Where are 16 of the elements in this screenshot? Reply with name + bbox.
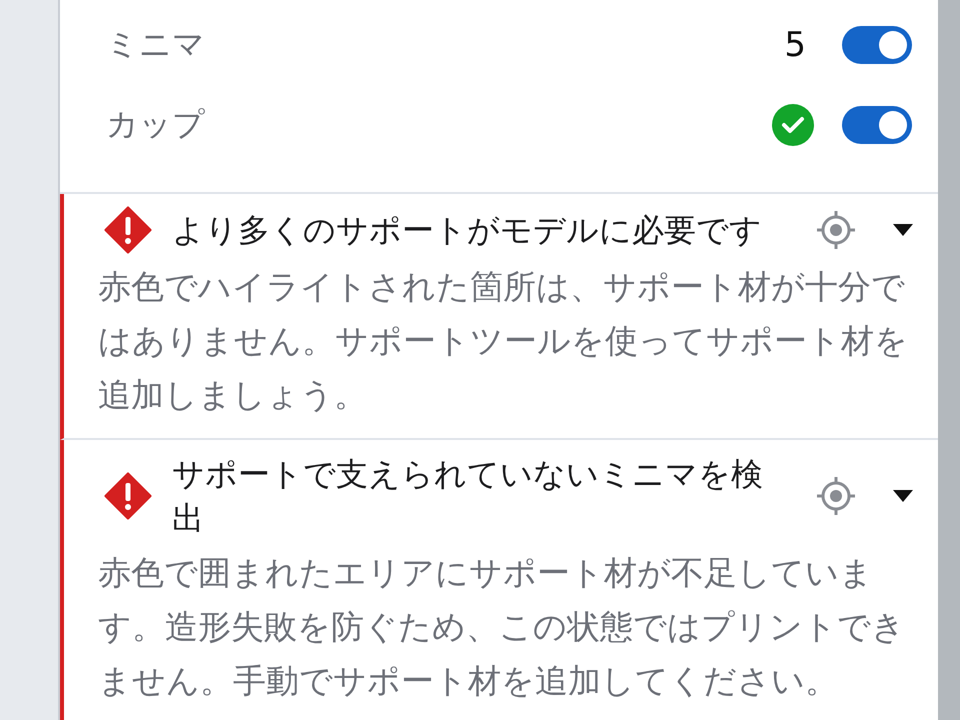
alert-title: サポートで支えられていないミニマを検出 (172, 454, 764, 539)
setting-label: ミニマ (106, 24, 206, 65)
alert-title: より多くのサポートがモデルに必要です (172, 210, 763, 251)
setting-label: カップ (106, 104, 206, 145)
check-icon (772, 104, 814, 146)
alert-message: 赤色で囲まれたエリアにサポート材が不足しています。造形失敗を防ぐため、この状態ではプリントできません。手動でサポート材を追加してください。 (98, 552, 906, 702)
error-icon (104, 472, 152, 520)
toggle-switch[interactable] (842, 26, 912, 64)
locate-icon[interactable] (814, 208, 858, 252)
caret-icon[interactable] (892, 223, 914, 237)
caret-icon[interactable] (892, 489, 914, 503)
alert-message: 赤色でハイライトされた箇所は、サポート材が十分ではありません。サポートツールを使ってサポート材を追加しましょう。 (98, 266, 909, 416)
locate-icon[interactable] (814, 474, 858, 518)
count-value: 5 (784, 25, 806, 65)
error-icon (104, 206, 152, 254)
toggle-switch[interactable] (842, 106, 912, 144)
